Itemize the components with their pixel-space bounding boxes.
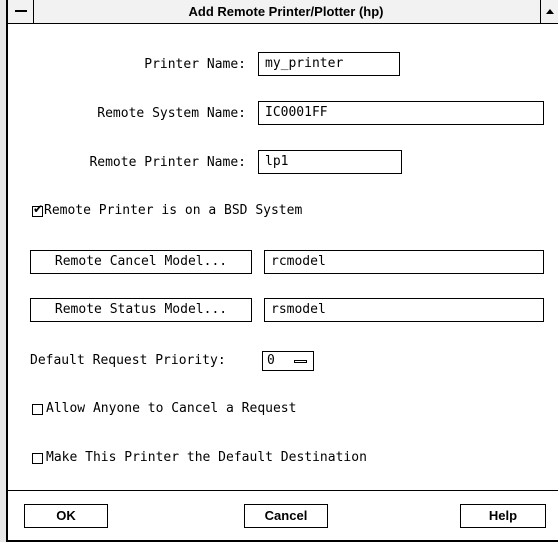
remote-system-name-input[interactable]: IC0001FF <box>258 101 544 125</box>
allow-anyone-cancel-checkbox[interactable] <box>32 404 43 415</box>
remote-printer-name-input[interactable]: lp1 <box>258 150 402 174</box>
remote-status-model-button[interactable]: Remote Status Model... <box>30 298 252 322</box>
add-remote-printer-dialog: Add Remote Printer/Plotter (hp) Printer … <box>0 0 558 542</box>
default-destination-checkbox[interactable] <box>32 453 43 464</box>
default-priority-label: Default Request Priority: <box>30 353 226 368</box>
window-title: Add Remote Printer/Plotter (hp) <box>188 4 384 19</box>
printer-name-label: Printer Name: <box>144 57 246 72</box>
bsd-system-checkbox[interactable]: ✔ <box>32 202 43 217</box>
checkmark-icon: ✔ <box>33 202 44 216</box>
window-menu-button[interactable] <box>8 0 34 23</box>
maximize-button[interactable] <box>540 0 558 23</box>
maximize-icon <box>546 9 554 14</box>
window-menu-icon <box>15 10 27 12</box>
remote-system-name-label: Remote System Name: <box>97 106 246 121</box>
remote-cancel-model-button[interactable]: Remote Cancel Model... <box>30 250 252 274</box>
printer-name-input[interactable]: my_printer <box>258 52 400 76</box>
window-frame-left[interactable] <box>0 0 8 542</box>
remote-printer-name-label: Remote Printer Name: <box>89 155 246 170</box>
default-priority-select[interactable]: 0 <box>262 351 314 371</box>
footer-separator <box>8 490 558 491</box>
bsd-system-label: Remote Printer is on a BSD System <box>44 203 303 218</box>
title-bar[interactable]: Add Remote Printer/Plotter (hp) <box>8 0 558 24</box>
help-button[interactable]: Help <box>460 504 546 528</box>
option-menu-icon <box>294 360 307 363</box>
default-priority-value: 0 <box>267 353 275 368</box>
remote-cancel-model-input[interactable]: rcmodel <box>264 250 544 274</box>
frame-edge <box>6 0 8 542</box>
remote-status-model-input[interactable]: rsmodel <box>264 298 544 322</box>
default-destination-label: Make This Printer the Default Destinatio… <box>46 450 367 465</box>
ok-button[interactable]: OK <box>24 504 108 528</box>
cancel-button[interactable]: Cancel <box>244 504 328 528</box>
allow-anyone-cancel-label: Allow Anyone to Cancel a Request <box>46 401 297 416</box>
